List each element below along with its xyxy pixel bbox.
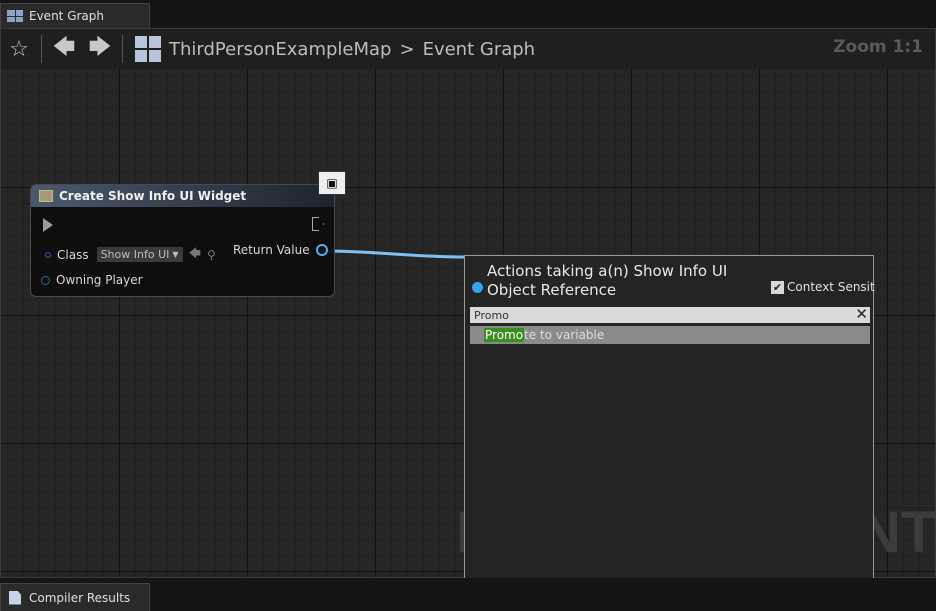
action-menu-title: Actions taking a(n) Show Info UI Object … [487, 262, 728, 299]
chevron-right-icon: > [399, 38, 415, 60]
arrow-left-icon[interactable]: 🡄 [46, 31, 82, 67]
node-header[interactable]: Create Show Info UI Widget [31, 185, 334, 207]
owning-player-pin[interactable] [41, 275, 50, 285]
action-search-input[interactable]: Promo ✕ [470, 305, 870, 323]
action-menu: Actions taking a(n) Show Info UI Object … [464, 255, 875, 611]
star-icon[interactable]: ☆ [1, 31, 37, 67]
result-match-highlight: Promo [484, 328, 525, 342]
return-value-pin[interactable] [315, 244, 328, 256]
zoom-indicator: Zoom 1:1 [833, 37, 923, 57]
return-pin-row: Return Value [233, 243, 328, 257]
exec-in-pin[interactable] [43, 218, 53, 232]
breadcrumb-graph[interactable]: Event Graph [423, 39, 536, 60]
search-value: Promo [474, 308, 509, 322]
class-dropdown[interactable]: Show Info UI ▼ [96, 247, 183, 262]
exec-out-pin[interactable] [312, 217, 324, 231]
node-title: Create Show Info UI Widget [59, 189, 247, 203]
graph-toolbar: ☆ 🡄 🡆 ThirdPersonExampleMap > Event Grap… [1, 29, 935, 69]
blueprint-graph-icon [7, 10, 23, 22]
class-label: Class [57, 247, 89, 262]
arrow-right-icon[interactable]: 🡆 [82, 31, 118, 67]
toolbar-divider [41, 35, 42, 63]
tab-compiler-results[interactable]: Compiler Results [0, 583, 150, 611]
browse-magnifier-icon[interactable]: ⚲ [207, 248, 216, 262]
bottom-tab-strip: Compiler Results [0, 578, 936, 611]
class-pin-row: Class Show Info UI ▼ 🡄 ⚲ [45, 244, 216, 265]
checkbox-icon[interactable]: ✔ [771, 280, 784, 294]
result-rest: te to variable [524, 328, 605, 342]
action-result-promote[interactable]: Promo te to variable [470, 326, 870, 344]
object-reference-pin-icon [472, 282, 483, 293]
action-menu-header: Actions taking a(n) Show Info UI Object … [465, 262, 875, 306]
owning-player-row: Owning Player [41, 273, 143, 287]
return-value-label: Return Value [233, 243, 310, 257]
bottom-tab-label: Compiler Results [29, 590, 131, 605]
context-sensitive-label: Context Sensitive [787, 280, 875, 294]
create-widget-node[interactable]: Create Show Info UI Widget Class Show In… [30, 184, 335, 297]
return-value-wire [320, 249, 466, 259]
tab-label: Event Graph [29, 9, 104, 23]
chevron-down-icon: ▼ [172, 250, 179, 259]
toolbar-divider [122, 35, 123, 63]
level-blueprint-icon [135, 36, 161, 62]
class-pin[interactable] [45, 251, 51, 258]
breadcrumb-map[interactable]: ThirdPersonExampleMap [169, 39, 391, 60]
context-sensitive-toggle[interactable]: ✔ Context Sensitive [771, 280, 875, 294]
top-tab-strip: Event Graph [0, 0, 936, 28]
owning-player-label: Owning Player [56, 273, 143, 287]
use-selected-arrow-icon[interactable]: 🡄 [189, 244, 201, 265]
document-icon [9, 590, 21, 605]
breadcrumb: ThirdPersonExampleMap > Event Graph [169, 39, 535, 60]
class-dropdown-value: Show Info UI [100, 248, 170, 261]
widget-node-icon [39, 190, 53, 202]
widget-type-icon: ▣ [318, 171, 346, 195]
tab-event-graph[interactable]: Event Graph [0, 3, 150, 28]
clear-search-icon[interactable]: ✕ [855, 305, 868, 323]
blueprint-editor: Event Graph ☆ 🡄 🡆 ThirdPersonExampleMap … [0, 0, 936, 611]
